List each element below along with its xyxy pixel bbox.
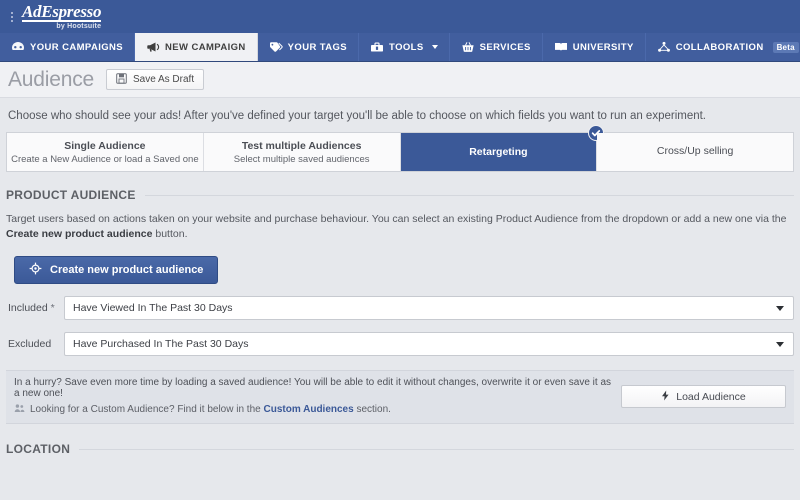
excluded-label-text: Excluded (8, 338, 51, 350)
nav-label: YOUR TAGS (288, 42, 347, 53)
chevron-down-icon (776, 342, 784, 347)
target-crosshair-icon (29, 262, 42, 278)
logo-text: AdEspresso (22, 3, 101, 22)
nav-label: YOUR CAMPAIGNS (30, 42, 123, 53)
product-audience-heading: PRODUCT AUDIENCE (6, 188, 794, 202)
load-audience-info-box: In a hurry? Save even more time by loadi… (6, 370, 794, 424)
required-asterisk: * (51, 302, 55, 314)
nav-label: UNIVERSITY (573, 42, 634, 53)
excluded-label: Excluded (6, 338, 64, 350)
section-divider (79, 449, 794, 450)
main-navigation: YOUR CAMPAIGNS NEW CAMPAIGN YOUR TAGS TO… (0, 33, 800, 62)
tab-title: Cross/Up selling (657, 145, 733, 157)
tab-title: Retargeting (469, 146, 527, 158)
users-group-icon (14, 403, 25, 416)
custom-audiences-link[interactable]: Custom Audiences (263, 404, 353, 415)
nav-item-tools[interactable]: TOOLS (359, 33, 450, 61)
description-bold: Create new product audience (6, 228, 152, 240)
speedometer-icon (11, 41, 25, 53)
logo[interactable]: AdEspresso by Hootsuite (22, 3, 101, 30)
nav-item-your-campaigns[interactable]: YOUR CAMPAIGNS (0, 33, 135, 61)
included-value: Have Viewed In The Past 30 Days (73, 302, 233, 314)
excluded-field-row: Excluded Have Purchased In The Past 30 D… (6, 332, 794, 356)
toolbox-icon (370, 41, 384, 53)
basket-icon (461, 41, 475, 53)
nav-item-collaboration[interactable]: COLLABORATION Beta (646, 33, 800, 61)
included-select[interactable]: Have Viewed In The Past 30 Days (64, 296, 794, 320)
nav-label: NEW CAMPAIGN (165, 42, 246, 53)
excluded-select[interactable]: Have Purchased In The Past 30 Days (64, 332, 794, 356)
nav-item-university[interactable]: UNIVERSITY (543, 33, 646, 61)
kebab-menu-icon[interactable] (6, 7, 18, 27)
section-label: LOCATION (6, 442, 70, 456)
nav-item-services[interactable]: SERVICES (450, 33, 543, 61)
intro-text: Choose who should see your ads! After yo… (0, 98, 800, 132)
floppy-disk-icon (116, 73, 127, 87)
section-divider (145, 195, 794, 196)
info-suffix: section. (354, 404, 391, 415)
tab-title: Single Audience (64, 140, 145, 152)
tag-icon (269, 41, 283, 53)
product-audience-description: Target users based on actions taken on y… (6, 212, 794, 242)
info-text-block: In a hurry? Save even more time by loadi… (14, 377, 611, 416)
create-new-product-audience-button[interactable]: Create new product audience (14, 256, 218, 284)
tab-retargeting[interactable]: Retargeting (401, 133, 598, 171)
included-label: Included * (6, 302, 64, 314)
nav-label: TOOLS (389, 42, 424, 53)
chevron-down-icon (776, 306, 784, 311)
page-header: Audience Save As Draft (0, 62, 800, 98)
book-icon (554, 41, 568, 53)
description-part1: Target users based on actions taken on y… (6, 213, 786, 225)
description-part2: button. (152, 228, 187, 240)
save-as-draft-label: Save As Draft (133, 74, 194, 85)
save-as-draft-button[interactable]: Save As Draft (106, 69, 204, 90)
brand-bar: AdEspresso by Hootsuite (0, 0, 800, 33)
included-label-text: Included (8, 302, 48, 314)
page-title: Audience (8, 68, 94, 92)
nav-item-your-tags[interactable]: YOUR TAGS (258, 33, 359, 61)
tab-cross-up-selling[interactable]: Cross/Up selling (597, 133, 793, 171)
tab-subtitle: Create a New Audience or load a Saved on… (11, 154, 199, 165)
beta-badge: Beta (773, 42, 799, 53)
info-line-1: In a hurry? Save even more time by loadi… (14, 377, 611, 399)
info-line-2-text: Looking for a Custom Audience? Find it b… (30, 404, 391, 415)
tab-test-multiple-audiences[interactable]: Test multiple Audiences Select multiple … (204, 133, 401, 171)
tab-single-audience[interactable]: Single Audience Create a New Audience or… (7, 133, 204, 171)
create-button-label: Create new product audience (50, 264, 203, 276)
audience-type-tabs: Single Audience Create a New Audience or… (6, 132, 794, 172)
load-audience-button[interactable]: Load Audience (621, 385, 786, 408)
tab-title: Test multiple Audiences (242, 140, 362, 152)
nav-label: COLLABORATION (676, 42, 764, 53)
section-label: PRODUCT AUDIENCE (6, 188, 136, 202)
lightning-bolt-icon (661, 390, 670, 404)
info-line-2: Looking for a Custom Audience? Find it b… (14, 403, 611, 416)
chevron-down-icon (432, 45, 438, 49)
excluded-value: Have Purchased In The Past 30 Days (73, 338, 249, 350)
info-prefix: Looking for a Custom Audience? Find it b… (30, 404, 263, 415)
network-share-icon (657, 41, 671, 53)
megaphone-icon (146, 41, 160, 53)
logo-subtext: by Hootsuite (22, 23, 101, 30)
nav-label: SERVICES (480, 42, 531, 53)
load-audience-label: Load Audience (676, 391, 745, 403)
location-heading: LOCATION (6, 442, 794, 456)
included-field-row: Included * Have Viewed In The Past 30 Da… (6, 296, 794, 320)
tab-subtitle: Select multiple saved audiences (234, 154, 370, 165)
nav-item-new-campaign[interactable]: NEW CAMPAIGN (135, 33, 258, 61)
